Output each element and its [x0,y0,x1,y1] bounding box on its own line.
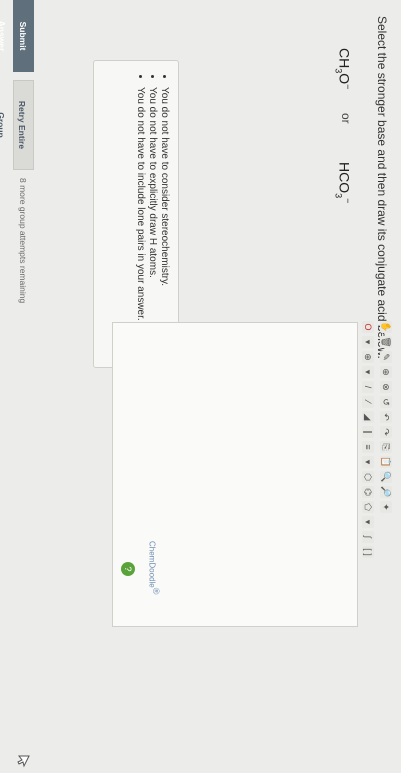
undo-icon[interactable]: ↶ [380,411,392,423]
triple-bond-icon[interactable]: ≡ [362,441,374,453]
hand-icon[interactable]: ✋ [380,321,392,333]
atom-o-icon[interactable]: O [362,321,374,333]
zoom-icon[interactable]: ⊕ [380,366,392,378]
clear-icon[interactable]: 🗑 [380,336,392,348]
redo-icon[interactable]: ↷ [380,426,392,438]
eraser-icon[interactable]: ✎ [380,351,392,363]
cursor-icon [17,755,30,768]
or-label: or [339,113,353,124]
zoom-out-icon[interactable]: 🔎 [380,486,392,498]
note-item: You do not have to consider stereochemis… [159,87,170,355]
chevron-down-icon[interactable]: ▾ [362,456,374,468]
help-icon[interactable]: ? [121,562,135,576]
paste-icon[interactable]: 📋 [380,456,392,468]
submit-answer-button[interactable]: Submit Answer [0,0,34,72]
question-prompt: Select the stronger base and then draw i… [375,16,389,359]
note-item: You do not have to include lone pairs in… [135,87,146,355]
ring-hexagon-icon[interactable]: ⬡ [362,471,374,483]
chemdoodle-brand: ChemDoodle® [147,541,161,595]
chain-icon[interactable]: ∫ [362,531,374,543]
zoom-in-icon[interactable]: 🔍 [380,471,392,483]
ring-benzene-icon[interactable]: ⌬ [362,486,374,498]
toolbar-row-1: ✋ 🗑 ✎ ⊕ ⊗ ↺ ↶ ↷ ⎘ 📋 🔍 🔎 ✦ [379,321,393,513]
rotated-page: Select the stronger base and then draw i… [0,0,401,773]
lasso-icon[interactable]: ↺ [380,396,392,408]
chevron-down-icon[interactable]: ▾ [362,516,374,528]
single-bond-icon[interactable]: / [362,381,374,393]
retry-entire-group-button[interactable]: Retry Entire Group [0,80,34,170]
wedge-bond-icon[interactable]: ◢ [362,411,374,423]
attempts-remaining: 8 more group attempts remaining [18,178,28,304]
charge-plus-icon[interactable]: ⊕ [362,351,374,363]
option-methoxide[interactable]: CH3O− [334,48,353,89]
option-bicarbonate[interactable]: HCO3− [334,162,353,203]
ring-pentagon-icon[interactable]: ⬠ [362,501,374,513]
chevron-down-icon[interactable]: ▾ [362,336,374,348]
hash-bond-icon[interactable]: ⁄ [362,396,374,408]
chevron-down-icon[interactable]: ▾ [362,366,374,378]
bracket-icon[interactable]: [ ] [362,546,374,558]
charge-icon[interactable]: ⊗ [380,381,392,393]
double-bond-icon[interactable]: ∥ [362,426,374,438]
note-item: You do not have to explicitly draw H ato… [147,87,158,355]
clean-icon[interactable]: ✦ [380,501,392,513]
copy-icon[interactable]: ⎘ [380,441,392,453]
toolbar-row-2: O ▾ ⊕ ▾ / ⁄ ◢ ∥ ≡ ▾ ⬡ ⌬ ⬠ ▾ ∫ [ ] [361,321,375,558]
